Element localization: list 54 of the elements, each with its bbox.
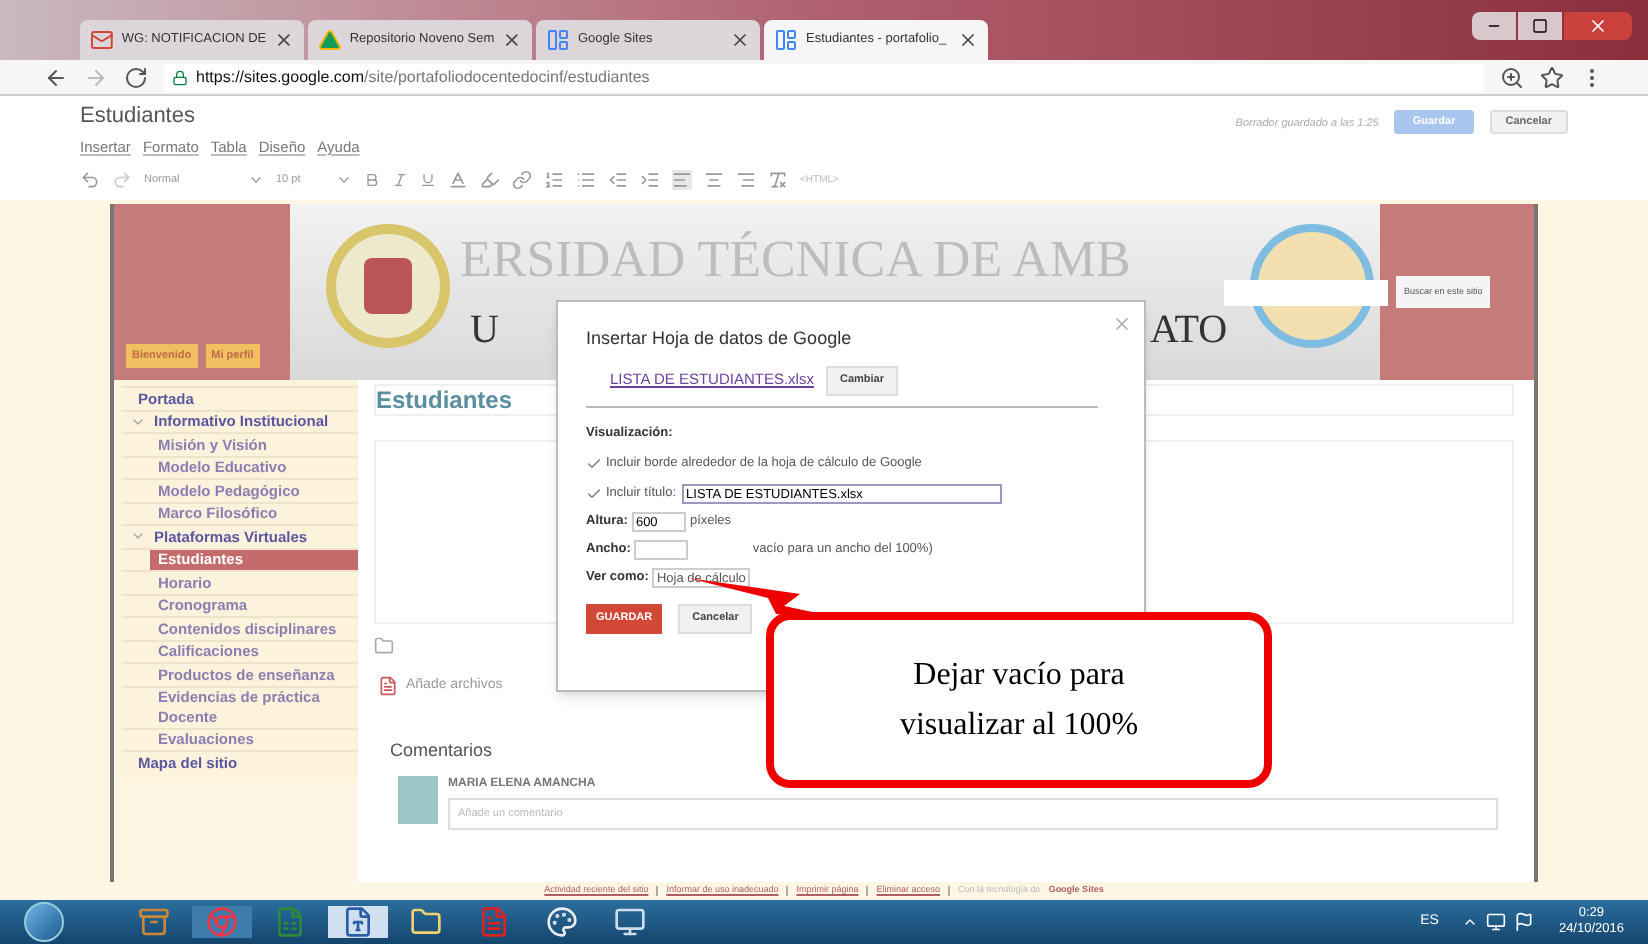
italic-icon[interactable] [392,172,408,189]
width-field[interactable] [634,540,689,560]
network-icon[interactable] [1486,912,1507,932]
align-center-icon[interactable] [704,170,724,191]
close-icon[interactable] [730,30,750,50]
triangle-icon [318,28,342,52]
file-icon[interactable] [378,676,398,697]
checkbox-tick-icon[interactable] [586,486,602,502]
underline-icon[interactable] [420,172,436,189]
document-icon[interactable] [328,906,388,938]
page-title: Estudiantes [80,102,195,132]
lock-icon [172,69,188,85]
page-icon [546,28,570,52]
comments-title: Comentarios [390,737,495,763]
back-icon[interactable] [44,65,68,89]
undo-icon[interactable] [80,170,100,191]
highlight-icon[interactable] [480,170,500,191]
url-text: https://sites.google.com/site/portafoliodocentedocinf/estudiantes [196,65,650,89]
maximize-icon [1532,18,1548,34]
minimize-button[interactable] [1472,12,1516,40]
clear-format-icon[interactable] [768,170,788,191]
close-icon[interactable] [958,30,978,50]
flag-icon[interactable] [1514,912,1535,932]
close-icon[interactable] [502,30,522,50]
bold-icon[interactable] [364,172,380,189]
numbered-list-icon[interactable] [544,170,564,191]
close-icon [1588,16,1608,36]
banner-title: ATO [1150,306,1228,356]
search-field[interactable] [1224,279,1388,305]
callout-text: Dejar vacío para visualizar al 100% [897,656,1141,746]
reload-icon[interactable] [124,65,148,89]
forward-icon[interactable] [84,65,108,89]
bullet-list-icon[interactable] [576,170,596,191]
align-left-icon[interactable] [672,170,692,191]
mail-icon [90,28,114,52]
page-heading: Estudiantes [376,384,513,418]
page-icon [774,28,798,52]
maximize-button[interactable] [1518,12,1562,40]
avatar-placeholder [398,776,438,824]
banner-title: U [470,306,499,356]
close-icon[interactable] [274,30,294,50]
zoom-icon[interactable] [1500,65,1524,89]
checkbox-tick-icon[interactable] [586,456,602,473]
outdent-icon[interactable] [608,170,628,191]
align-right-icon[interactable] [736,170,756,191]
dialog-title: Insertar Hoja de datos de Google [586,326,854,352]
indent-icon[interactable] [640,170,660,191]
text-color-icon[interactable] [448,170,468,191]
folder-icon [374,636,394,656]
link-icon[interactable] [512,170,532,191]
star-icon[interactable] [1540,65,1564,89]
address-field[interactable]: https://sites.google.com/site/portafoliodocentedocinf/estudiantes [164,63,1484,91]
start-button[interactable] [24,902,64,942]
redo-icon[interactable] [112,170,132,191]
